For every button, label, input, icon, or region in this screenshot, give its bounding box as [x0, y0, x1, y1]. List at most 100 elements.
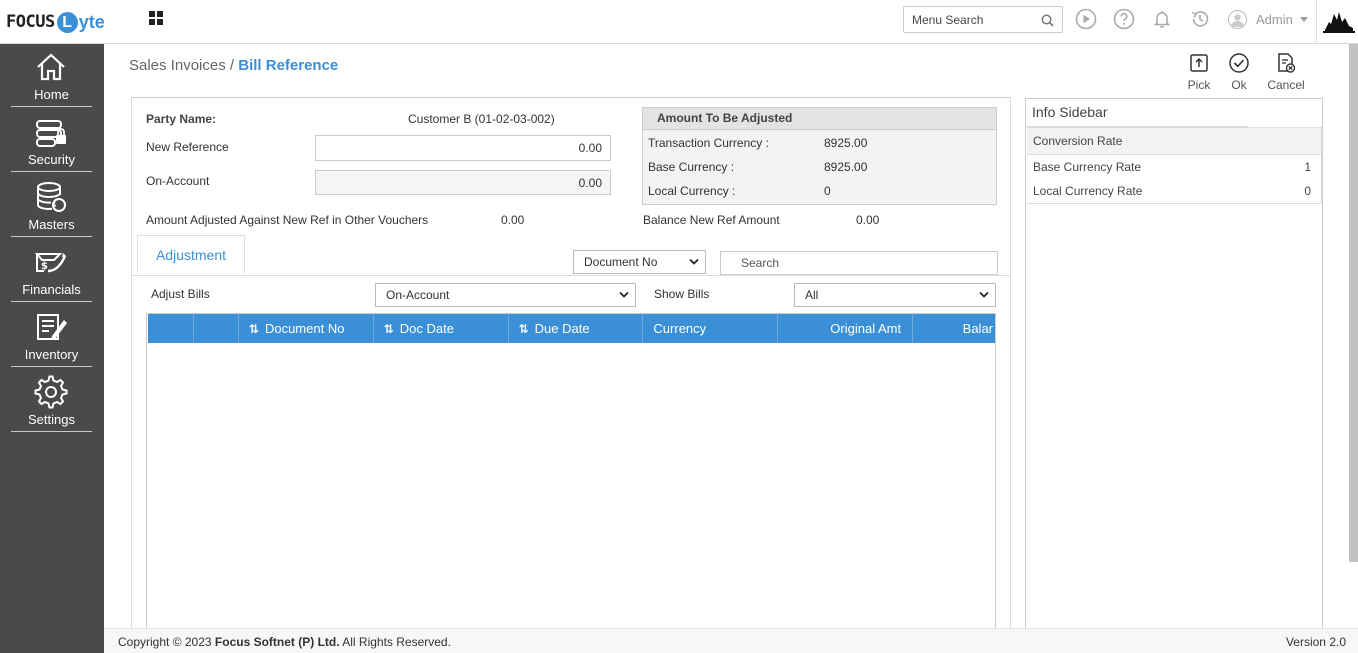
info-sidebar-title: Info Sidebar: [1026, 99, 1248, 127]
column-label: Due Date: [534, 321, 590, 336]
sort-icon: ⇅: [383, 322, 394, 336]
tab-adjustment[interactable]: Adjustment: [137, 235, 245, 275]
top-bar: FOCUS L yte Menu Search Admin: [0, 0, 1358, 44]
conversion-rate-section: Conversion Rate Base Currency Rate 1 Loc…: [1027, 127, 1322, 204]
copyright-suffix: All Rights Reserved.: [342, 635, 451, 649]
base-currency-rate-value: 1: [1304, 160, 1311, 174]
column-header-select[interactable]: [148, 314, 194, 343]
column-header-document-no[interactable]: ⇅ Document No: [239, 314, 374, 343]
sort-icon: ⇅: [518, 322, 529, 336]
base-currency-value: 8925.00: [824, 160, 868, 174]
local-currency-label: Local Currency :: [648, 184, 736, 198]
local-currency-rate-row: Local Currency Rate 0: [1027, 179, 1321, 203]
local-currency-value: 0: [824, 184, 831, 198]
history-icon[interactable]: [1189, 8, 1211, 30]
cancel-label: Cancel: [1267, 78, 1305, 92]
logo-text-focus: FOCUS: [6, 12, 55, 32]
ok-button[interactable]: Ok: [1228, 52, 1250, 92]
local-currency-rate-label: Local Currency Rate: [1033, 184, 1143, 198]
tab-divider: [131, 275, 1011, 276]
sidebar: Home Security Masters $ Financials Inven…: [0, 44, 104, 653]
ok-label: Ok: [1231, 78, 1247, 92]
breadcrumb-separator: /: [225, 57, 239, 74]
sidebar-item-label: Financials: [22, 282, 81, 297]
base-currency-label: Base Currency :: [648, 160, 735, 174]
pick-button[interactable]: Pick: [1186, 52, 1212, 92]
sidebar-item-masters[interactable]: Masters: [11, 174, 92, 237]
show-bills-select[interactable]: All: [794, 283, 996, 307]
page-scrollbar[interactable]: [1349, 44, 1358, 562]
cancel-button[interactable]: Cancel: [1267, 52, 1305, 92]
chevron-down-icon: [1299, 17, 1308, 22]
chevron-down-icon: [979, 291, 989, 298]
cancel-document-icon: [1278, 53, 1296, 73]
amount-box-title: Amount To Be Adjusted: [643, 108, 996, 130]
new-reference-label: New Reference: [146, 140, 229, 154]
show-bills-label: Show Bills: [654, 287, 710, 301]
bills-search-input[interactable]: [741, 252, 1001, 274]
version-text: Version 2.0: [1285, 635, 1346, 649]
sidebar-item-settings[interactable]: Settings: [11, 369, 92, 432]
financials-icon: $: [34, 253, 67, 273]
apps-grid-icon[interactable]: [149, 11, 164, 26]
sidebar-item-home[interactable]: Home: [11, 44, 92, 107]
amount-adjusted-label: Amount Adjusted Against New Ref in Other…: [146, 213, 429, 227]
play-icon[interactable]: [1075, 8, 1097, 30]
amount-adjusted-value: 0.00: [501, 213, 525, 227]
breadcrumb: Sales Invoices / Bill Reference: [129, 57, 338, 74]
sidebar-item-security[interactable]: Security: [11, 109, 92, 172]
gear-icon: [34, 375, 68, 409]
inventory-icon: [37, 314, 67, 340]
show-bills-selected: All: [805, 288, 819, 302]
breadcrumb-parent[interactable]: Sales Invoices: [129, 57, 226, 74]
database-icon: [37, 182, 66, 212]
sidebar-item-label: Inventory: [24, 347, 79, 362]
security-icon: [36, 120, 66, 147]
column-label: Document No: [264, 321, 345, 336]
party-name-label: Party Name:: [146, 112, 217, 126]
chevron-down-icon: [619, 291, 629, 298]
conversion-rate-title: Conversion Rate: [1027, 128, 1321, 155]
sidebar-item-label: Home: [34, 87, 69, 102]
pick-icon: [1190, 54, 1208, 72]
balance-new-ref-label: Balance New Ref Amount: [643, 213, 780, 227]
on-account-label: On-Account: [146, 174, 210, 188]
column-header-balance[interactable]: Balar: [913, 314, 995, 343]
bell-icon[interactable]: [1151, 8, 1173, 30]
column-label: Doc Date: [399, 321, 454, 336]
user-avatar-icon: [1228, 10, 1247, 29]
company-name: Focus Softnet (P) Ltd.: [214, 635, 340, 649]
sidebar-item-financials[interactable]: $ Financials: [11, 239, 92, 302]
bills-search[interactable]: [720, 251, 1001, 275]
sidebar-item-inventory[interactable]: Inventory: [11, 304, 92, 367]
on-account-input[interactable]: 0.00: [315, 170, 611, 195]
search-field-select[interactable]: Document No: [573, 250, 706, 274]
help-icon[interactable]: [1113, 8, 1135, 30]
column-header-currency[interactable]: Currency: [643, 314, 779, 343]
column-header-original-amt[interactable]: Original Amt: [778, 314, 914, 343]
user-menu[interactable]: Admin: [1228, 10, 1308, 29]
info-sidebar: Info Sidebar Conversion Rate Base Curren…: [1025, 98, 1323, 638]
check-circle-icon: [1229, 53, 1249, 73]
logo-circle: L: [56, 11, 78, 33]
copyright-prefix: Copyright © 2023: [118, 635, 212, 649]
party-name-value: Customer B (01-02-03-002): [408, 112, 555, 126]
adjust-bills-select[interactable]: On-Account: [375, 283, 636, 307]
copyright-text: Copyright © 2023 Focus Softnet (P) Ltd. …: [118, 635, 451, 649]
search-icon[interactable]: [1041, 14, 1054, 27]
sidebar-item-label: Masters: [28, 217, 75, 232]
menu-search[interactable]: [903, 6, 1063, 33]
base-currency-rate-row: Base Currency Rate 1: [1027, 155, 1321, 179]
breadcrumb-current: Bill Reference: [238, 57, 339, 74]
column-header-doc-date[interactable]: ⇅ Doc Date: [374, 314, 509, 343]
adjust-bills-selected: On-Account: [386, 288, 450, 302]
app-logo[interactable]: FOCUS L yte: [6, 9, 105, 35]
column-header-due-date[interactable]: ⇅ Due Date: [509, 314, 644, 343]
menu-search-input[interactable]: [912, 7, 1042, 32]
bills-table: ⇅ Document No ⇅ Doc Date ⇅ Due Date Currenc…: [146, 313, 996, 637]
sidebar-item-label: Settings: [28, 412, 75, 427]
column-header-action[interactable]: [194, 314, 239, 343]
logo-text-yte: yte: [78, 11, 105, 32]
balance-new-ref-value: 0.00: [856, 213, 880, 227]
new-reference-input[interactable]: 0.00: [315, 135, 611, 161]
